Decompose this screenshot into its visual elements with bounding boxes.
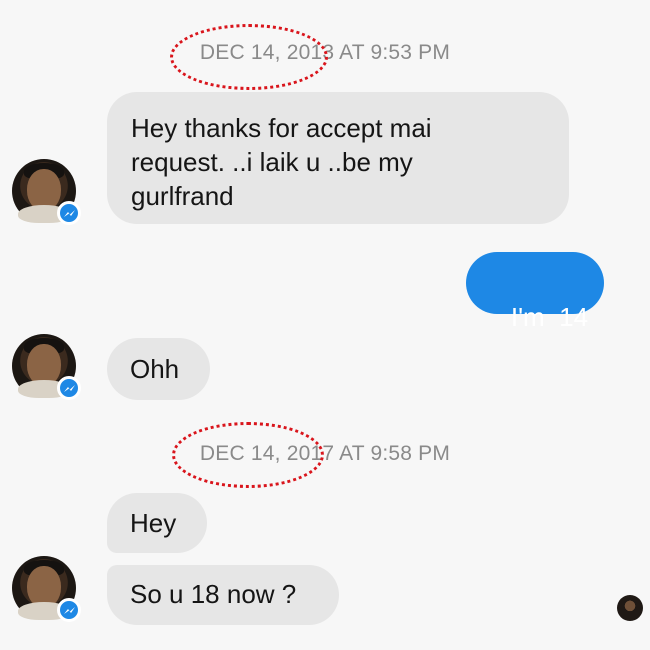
message-text: I'm 14 [510,302,589,332]
messenger-icon [57,376,81,400]
message-line: request. ..i laik u ..be my [131,147,413,177]
message-text: So u 18 now ? [130,579,297,609]
highlight-circle [170,24,328,90]
message-line: Hey thanks for accept mai [131,113,432,143]
message-bubble-received[interactable]: Ohh [107,338,210,400]
message-bubble-sent[interactable]: I'm 14 [466,252,604,332]
contact-avatar[interactable] [12,159,81,225]
contact-avatar[interactable] [12,556,81,622]
message-bubble-received[interactable]: Hey [107,493,207,553]
seen-avatar [617,595,643,621]
highlight-circle [172,422,324,488]
message-text: Hey [130,508,177,538]
messenger-icon [57,201,81,225]
timestamp-time: AT 9:53 PM [339,41,451,64]
message-line: gurlfrand [131,181,234,211]
message-text: Ohh [130,354,180,384]
message-bubble-received[interactable]: So u 18 now ? [107,565,339,625]
timestamp-time: AT 9:58 PM [339,442,451,465]
timestamp-divider: DEC 14, 2017 AT 9:58 PM [0,442,650,466]
contact-avatar[interactable] [12,334,81,400]
message-bubble-received[interactable]: Hey thanks for accept mai request. ..i l… [107,92,569,224]
messenger-icon [57,598,81,622]
